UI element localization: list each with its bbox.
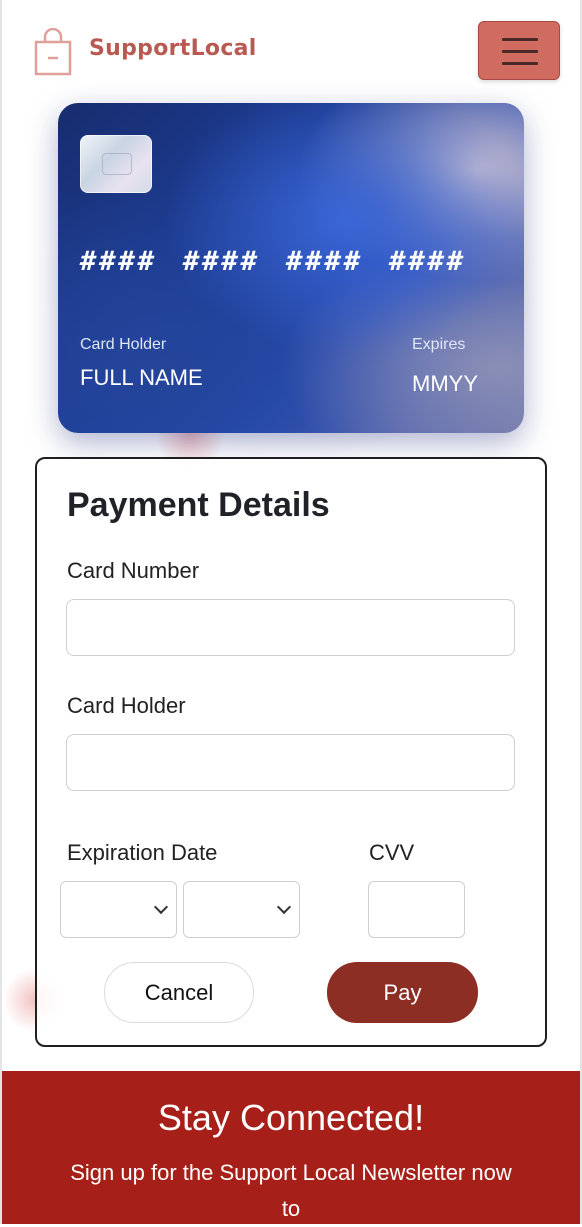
site-header: SupportLocal — [0, 0, 582, 100]
cancel-button[interactable]: Cancel — [104, 962, 254, 1023]
shopping-bag-icon[interactable] — [34, 28, 72, 76]
pay-button[interactable]: Pay — [327, 962, 478, 1023]
expiration-year-select[interactable] — [183, 881, 300, 938]
chevron-down-icon — [276, 899, 292, 915]
card-number-input[interactable] — [66, 599, 515, 656]
menu-button[interactable] — [478, 21, 560, 80]
credit-card-preview: #### #### #### #### Card Holder FULL NAM… — [58, 103, 524, 433]
card-expires-label: Expires — [412, 336, 466, 353]
expiration-date-label: Expiration Date — [67, 840, 218, 865]
card-number-group: #### — [389, 246, 467, 277]
card-number-display: #### #### #### #### — [80, 246, 510, 277]
card-expires-value: MMYY — [412, 371, 478, 396]
card-chip-contact — [102, 153, 132, 175]
card-chip-icon — [80, 135, 152, 193]
brand-name[interactable]: SupportLocal — [89, 36, 257, 61]
card-number-label: Card Number — [67, 558, 200, 583]
footer-title: Stay Connected! — [157, 1097, 425, 1138]
card-number-group: #### — [183, 246, 261, 277]
card-holder-label: Card Holder — [80, 336, 167, 353]
expiration-month-select[interactable] — [60, 881, 177, 938]
hamburger-menu-icon — [502, 50, 538, 53]
payment-form-title: Payment Details — [67, 486, 330, 524]
cvv-label: CVV — [369, 840, 415, 865]
cvv-input[interactable] — [368, 881, 465, 938]
card-number-group: #### — [286, 246, 364, 277]
card-number-group: #### — [80, 246, 158, 277]
frame-edge-left — [0, 0, 2, 1224]
chevron-down-icon — [153, 899, 169, 915]
footer-text: Sign up for the Support Local Newsletter… — [70, 1160, 512, 1221]
card-holder-input[interactable] — [66, 734, 515, 791]
hamburger-menu-icon — [502, 62, 538, 65]
hamburger-menu-icon — [502, 38, 538, 41]
card-holder-value: FULL NAME — [80, 365, 203, 390]
card-holder-field-label: Card Holder — [67, 693, 186, 718]
